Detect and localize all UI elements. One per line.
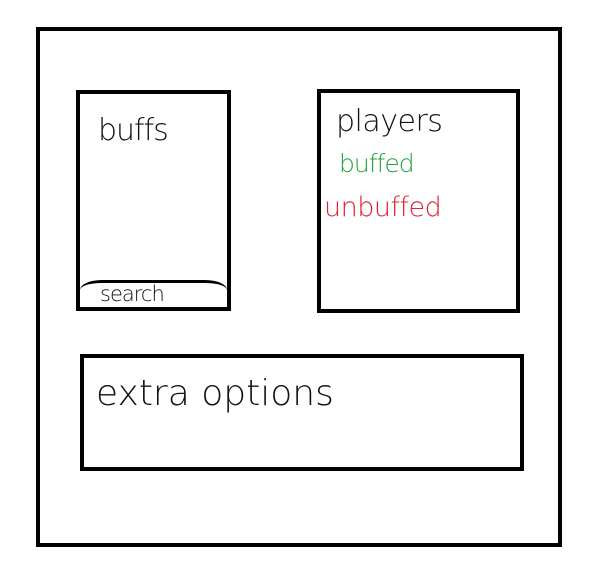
buffed-players-label[interactable]: buffed	[339, 151, 415, 176]
extra-options-panel[interactable]: extra options	[80, 354, 524, 471]
buffs-panel: buffs search	[76, 90, 231, 311]
players-panel: players buffed unbuffed	[317, 89, 520, 313]
extra-options-title: extra options	[96, 373, 334, 414]
buffs-search-bar[interactable]: search	[80, 280, 227, 307]
buffs-panel-title: buffs	[98, 113, 169, 148]
unbuffed-players-label[interactable]: unbuffed	[324, 194, 442, 221]
buffs-search-label: search	[100, 282, 165, 306]
players-panel-title: players	[336, 104, 443, 139]
